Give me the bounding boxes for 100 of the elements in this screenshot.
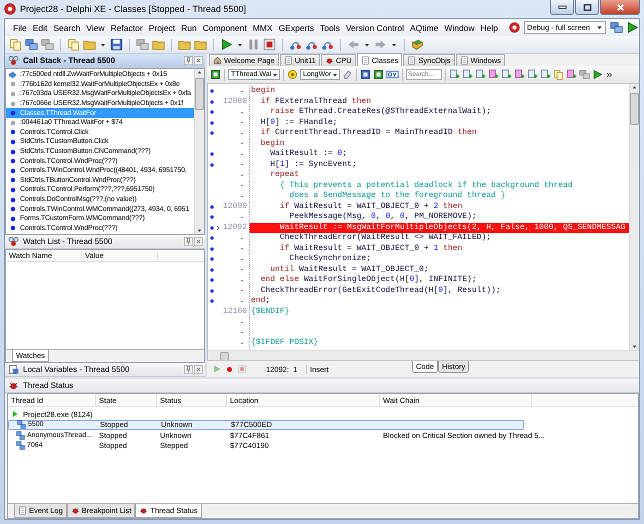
menu-item[interactable]: Project xyxy=(146,22,178,32)
bug-icon xyxy=(70,506,80,515)
breakpoint-dot-icon[interactable] xyxy=(208,298,214,304)
run-icon[interactable] xyxy=(592,69,603,80)
close-icon[interactable] xyxy=(194,237,203,246)
menu-item[interactable]: Tools xyxy=(317,22,343,32)
line-tick xyxy=(241,322,243,323)
logo-icon[interactable] xyxy=(509,22,520,33)
panel-title: Watch List - Thread 5500 xyxy=(23,237,112,246)
document-plus-icon[interactable] xyxy=(514,69,525,80)
minimize-icon xyxy=(558,4,566,10)
scrollbar[interactable] xyxy=(207,350,639,360)
save-icon[interactable] xyxy=(110,38,123,51)
document-plus-icon[interactable] xyxy=(527,69,538,80)
breakpoint-dot-icon[interactable] xyxy=(208,288,214,294)
page-icon xyxy=(460,56,468,65)
minimize-button[interactable] xyxy=(550,0,574,15)
folder-icon[interactable] xyxy=(194,38,207,51)
line-number: 12092 xyxy=(222,223,247,232)
menu-item[interactable]: Edit xyxy=(30,22,50,32)
pin-icon[interactable] xyxy=(184,237,193,246)
windows-icon[interactable] xyxy=(41,38,54,51)
run-icon[interactable] xyxy=(626,21,639,34)
breakpoint-dot-icon[interactable] xyxy=(208,204,214,210)
breakpoint-dot-icon[interactable] xyxy=(208,266,214,273)
document-plus-icon[interactable] xyxy=(462,69,473,80)
close-button[interactable] xyxy=(600,0,640,15)
menu-item[interactable]: GExperts xyxy=(276,22,317,32)
breakpoint-dot-icon[interactable] xyxy=(208,130,214,136)
breakpoint-dot-icon[interactable] xyxy=(208,235,214,242)
pages-icon[interactable] xyxy=(9,38,22,51)
breakpoint-dot-icon[interactable] xyxy=(208,109,214,116)
document-plus-icon[interactable] xyxy=(501,69,512,80)
breakpoint-dot-icon[interactable] xyxy=(208,256,214,262)
menu-item[interactable]: MMX xyxy=(250,22,276,32)
line-tick xyxy=(241,174,243,176)
folder-icon[interactable] xyxy=(152,38,165,51)
menu-item[interactable]: AQtime xyxy=(406,22,442,32)
windows-icon[interactable] xyxy=(25,38,38,51)
page-icon xyxy=(284,56,293,65)
stop-icon[interactable] xyxy=(263,38,276,51)
breakpoint-dot-icon[interactable] xyxy=(208,224,214,231)
scrollbar[interactable] xyxy=(629,84,639,350)
line-tick xyxy=(241,154,243,155)
pin-icon[interactable] xyxy=(184,56,193,65)
line-tick xyxy=(241,112,243,113)
menu-item[interactable]: Version Control xyxy=(342,22,407,32)
eraser-icon[interactable] xyxy=(342,69,353,80)
line-tick xyxy=(241,300,243,302)
bug-icon xyxy=(324,56,334,65)
menu-item[interactable]: View xyxy=(83,22,108,32)
windows-icon[interactable] xyxy=(579,69,590,80)
breakpoint-dot-icon[interactable] xyxy=(208,277,214,284)
document-plus-icon[interactable] xyxy=(488,69,499,80)
breakpoint-dot-icon[interactable] xyxy=(208,98,214,105)
menu-item[interactable]: Help xyxy=(478,22,502,32)
house-icon xyxy=(213,56,222,65)
close-icon[interactable] xyxy=(194,365,203,374)
line-number: 12100 xyxy=(222,307,247,316)
thread-icon xyxy=(16,430,25,440)
folder-icon[interactable] xyxy=(178,38,191,51)
close-icon[interactable] xyxy=(194,56,203,65)
menu-item[interactable]: Refactor xyxy=(108,22,146,32)
document-plus-icon[interactable] xyxy=(540,69,551,80)
document-plus-icon[interactable] xyxy=(449,69,460,80)
run-icon[interactable] xyxy=(220,38,233,51)
chevron-icon[interactable] xyxy=(605,70,613,78)
new-page-icon[interactable] xyxy=(67,38,80,51)
line-tick xyxy=(241,238,243,239)
menu-item[interactable]: Component xyxy=(200,22,250,32)
scroll-thumb[interactable] xyxy=(630,93,639,125)
document-plus-icon[interactable] xyxy=(566,69,577,80)
document-plus-icon[interactable] xyxy=(475,69,486,80)
scroll-thumb[interactable] xyxy=(195,78,204,110)
thread-icon xyxy=(17,420,26,430)
breakpoint-dot-icon[interactable] xyxy=(208,88,214,94)
scrollbar[interactable] xyxy=(194,69,204,234)
line-tick xyxy=(241,342,243,344)
line-tick xyxy=(241,258,243,260)
breakpoint-dot-icon[interactable] xyxy=(208,214,214,220)
page-icon xyxy=(360,56,370,64)
arrow-icon xyxy=(9,70,17,79)
pin-icon[interactable] xyxy=(184,365,193,374)
line-tick xyxy=(241,132,243,134)
menu-item[interactable]: Search xyxy=(50,22,84,32)
menu-item[interactable]: Window xyxy=(441,22,478,32)
windows-icon[interactable] xyxy=(136,38,149,51)
window-title: Project28 - Delphi XE - Classes [Stopped - Thread 5500] xyxy=(20,4,246,14)
breakpoint-dot-icon[interactable] xyxy=(208,120,214,126)
breakpoint-dot-icon[interactable] xyxy=(208,162,214,168)
line-number: 12090 xyxy=(222,202,247,212)
breakpoint-dot-icon[interactable] xyxy=(208,151,214,158)
breakpoint-dot-icon[interactable] xyxy=(208,246,214,252)
app-logo-icon xyxy=(4,3,16,15)
menu-item[interactable]: Run xyxy=(178,22,200,32)
menu-item[interactable]: File xyxy=(10,22,30,32)
record-icon[interactable] xyxy=(225,364,234,374)
pages-icon[interactable] xyxy=(553,69,564,80)
coin-icon[interactable] xyxy=(287,69,298,80)
maximize-button[interactable] xyxy=(575,0,599,15)
